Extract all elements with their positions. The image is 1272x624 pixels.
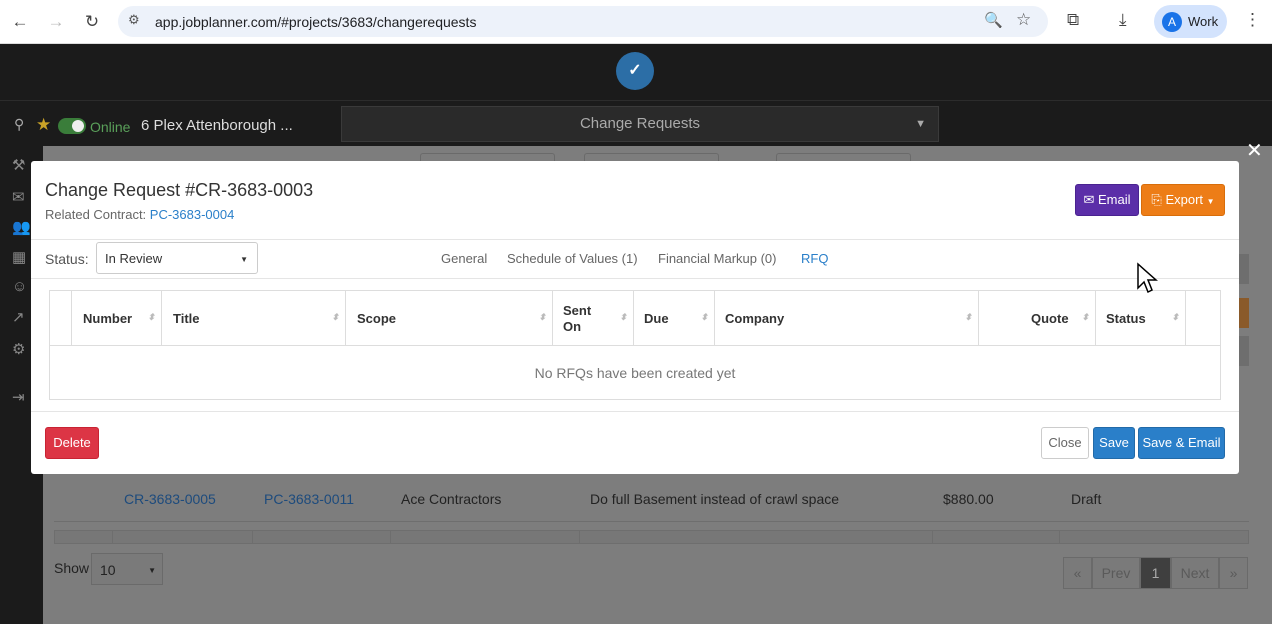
users-icon[interactable]: 👥	[12, 218, 31, 236]
reload-icon[interactable]: ↻	[80, 10, 104, 34]
browser-menu-icon[interactable]: ⋮	[1244, 10, 1261, 30]
related-contract-label: Related Contract:	[45, 207, 147, 222]
export-button[interactable]: ⎘ Export ▼	[1141, 184, 1225, 216]
pagination-current[interactable]: 1	[1140, 557, 1171, 589]
title-cell: Do full Basement instead of crawl space	[590, 491, 840, 507]
pagination-next[interactable]: Next	[1171, 557, 1219, 589]
cr-number-link[interactable]: CR-3683-0005	[124, 491, 216, 507]
change-request-modal: Change Request #CR-3683-0003 Related Con…	[31, 161, 1239, 474]
modal-title: Change Request #CR-3683-0003	[45, 180, 314, 200]
forward-icon[interactable]: →	[44, 10, 68, 34]
save-and-email-button[interactable]: Save & Email	[1138, 427, 1225, 459]
project-name[interactable]: 6 Plex Attenborough ...	[141, 117, 293, 134]
export-icon: ⎘	[1151, 192, 1162, 207]
status-cell: Draft	[1071, 491, 1102, 507]
back-icon[interactable]: ←	[8, 10, 32, 34]
location-pin-icon[interactable]: ⚲	[14, 116, 24, 133]
export-button-label: Export	[1165, 192, 1204, 207]
status-label: Status:	[45, 251, 89, 267]
section-select-value: Change Requests	[579, 115, 701, 132]
empty-table-message: No RFQs have been created yet	[534, 365, 736, 381]
pagination-prev[interactable]: Prev	[1092, 557, 1140, 589]
section-select[interactable]: Change Requests ▼	[341, 106, 939, 142]
column-header-status[interactable]: Status ⬍	[1096, 291, 1186, 345]
favorite-star-icon[interactable]: ★	[36, 115, 51, 135]
tab-financial-markup[interactable]: Financial Markup (0)	[658, 251, 777, 266]
modal-close-icon[interactable]: ✕	[1246, 138, 1263, 163]
page-size-select[interactable]: 10 ▼	[91, 553, 163, 585]
column-header-sent-on[interactable]: Sent On ⬍	[553, 291, 634, 345]
show-label: Show	[54, 560, 90, 576]
caret-down-icon: ▼	[1206, 197, 1215, 206]
email-button-label: Email	[1098, 192, 1131, 207]
site-info-icon[interactable]: ⚙	[128, 12, 140, 28]
column-header-due[interactable]: Due ⬍	[634, 291, 715, 345]
tab-schedule-of-values[interactable]: Schedule of Values (1)	[507, 251, 638, 266]
tab-general[interactable]: General	[441, 251, 487, 266]
table-footer	[54, 530, 1249, 544]
divider	[31, 239, 1239, 240]
profile-button[interactable]: A Work	[1154, 5, 1227, 38]
related-contract: Related Contract: PC-3683-0004	[45, 207, 234, 222]
mouse-cursor-icon	[1137, 262, 1158, 294]
online-label: Online	[90, 119, 131, 135]
url-text[interactable]: app.jobplanner.com/#projects/3683/change…	[155, 14, 476, 30]
company-cell: Ace Contractors	[401, 491, 502, 507]
calendar-icon[interactable]: ▦	[12, 248, 26, 266]
amount-cell: $880.00	[943, 491, 994, 507]
chevron-down-icon: ▼	[240, 255, 248, 264]
project-bar: ⚲ ★ Online 6 Plex Attenborough ... Chang…	[0, 102, 1272, 146]
column-header-number[interactable]: Number ⬍	[72, 291, 162, 345]
column-header-company[interactable]: Company ⬍	[715, 291, 979, 345]
related-contract-link[interactable]: PC-3683-0004	[150, 207, 235, 222]
address-bar[interactable]: ⚙ app.jobplanner.com/#projects/3683/chan…	[118, 6, 1048, 37]
table-header: Number ⬍ Title ⬍ Scope ⬍ Sent On ⬍ Due ⬍ Comp…	[50, 291, 1220, 346]
app-logo[interactable]: ✓	[616, 52, 654, 90]
delete-button[interactable]: Delete	[45, 427, 99, 459]
avatar: A	[1162, 12, 1182, 32]
column-header-title[interactable]: Title ⬍	[162, 291, 346, 345]
tab-rfq[interactable]: RFQ	[801, 251, 828, 266]
column-header-quote[interactable]: Quote ⬍	[979, 291, 1096, 345]
online-toggle[interactable]	[58, 118, 86, 134]
pagination-last[interactable]: »	[1219, 557, 1248, 589]
browser-toolbar: ← → ↻ ⚙ app.jobplanner.com/#projects/368…	[0, 0, 1272, 44]
app-header: ✓	[0, 45, 1272, 101]
profile-label: Work	[1188, 14, 1219, 29]
chevron-down-icon: ▼	[915, 118, 926, 130]
page-size-value: 10	[100, 562, 116, 578]
pagination-first[interactable]: «	[1063, 557, 1092, 589]
extensions-icon[interactable]: ⧉	[1067, 10, 1079, 30]
divider	[31, 411, 1239, 412]
download-icon[interactable]: ⤓	[1119, 10, 1127, 30]
close-button[interactable]: Close	[1041, 427, 1089, 459]
contract-link[interactable]: PC-3683-0011	[264, 491, 354, 507]
status-select-value: In Review	[105, 251, 163, 266]
chart-icon[interactable]: ↗	[12, 308, 25, 326]
envelope-icon: ✉	[1083, 192, 1095, 207]
save-button[interactable]: Save	[1093, 427, 1135, 459]
table-row[interactable]: CR-3683-0005 PC-3683-0011 Ace Contractor…	[54, 476, 1249, 522]
select-column-header	[50, 291, 72, 345]
divider	[31, 278, 1239, 279]
logout-icon[interactable]: ⇥	[12, 388, 25, 406]
rfq-table: Number ⬍ Title ⬍ Scope ⬍ Sent On ⬍ Due ⬍ Comp…	[49, 290, 1221, 400]
settings-icon[interactable]: ⚙	[12, 340, 25, 358]
email-button[interactable]: ✉ Email	[1075, 184, 1139, 216]
zoom-icon[interactable]: 🔍	[984, 11, 1003, 29]
chevron-down-icon: ▼	[148, 566, 156, 575]
contacts-icon[interactable]: ☺	[12, 278, 27, 295]
bookmark-star-icon[interactable]: ☆	[1016, 10, 1031, 30]
mail-icon[interactable]: ✉	[12, 188, 25, 206]
column-header-scope[interactable]: Scope ⬍	[346, 291, 553, 345]
hammer-icon[interactable]: ⚒	[12, 156, 25, 174]
status-select[interactable]: In Review ▼	[96, 242, 258, 274]
